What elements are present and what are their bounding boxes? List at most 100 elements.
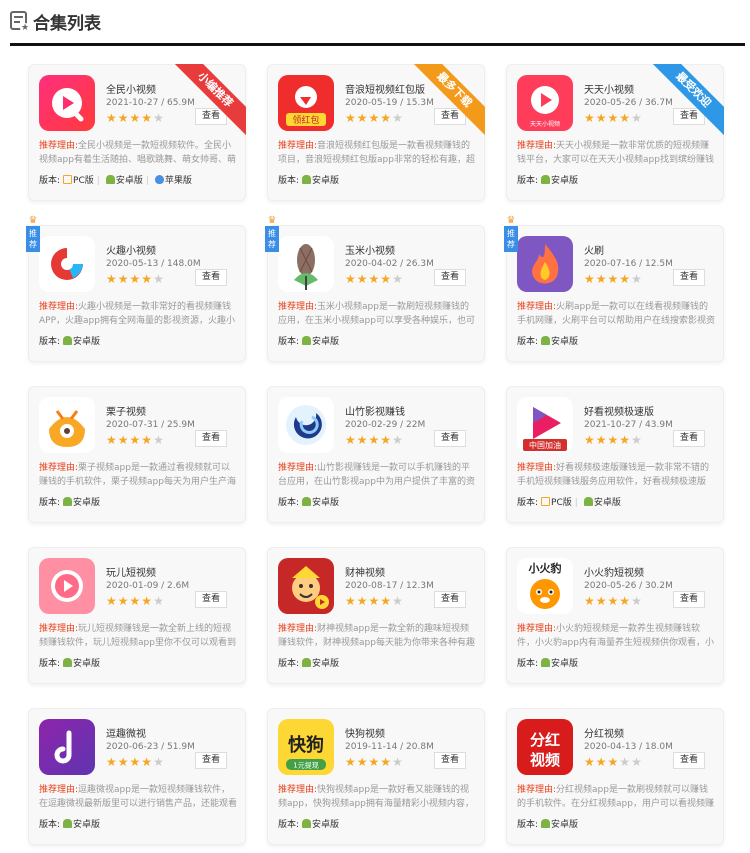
platform-android[interactable]: 安卓版 [302, 658, 339, 669]
app-card[interactable]: 小火豹 小火豹短视频 2020-05-26 / 30.2M ★★★★★ 查看 推… [506, 547, 724, 684]
star-icon: ★ [153, 755, 165, 769]
app-card[interactable]: 玩儿短视频 2020-01-09 / 2.6M ★★★★★ 查看 推荐理由:玩儿… [28, 547, 246, 684]
kuaigou-logo[interactable]: 快狗 1元提现 [278, 719, 334, 775]
haokan-logo[interactable]: 中国加油 [517, 397, 573, 453]
view-button[interactable]: 查看 [673, 269, 705, 286]
app-name[interactable]: 快狗视频 [345, 725, 385, 740]
huoqu-logo[interactable] [39, 236, 95, 292]
app-name[interactable]: 全民小视频 [106, 81, 156, 96]
platform-android[interactable]: 安卓版 [63, 658, 100, 669]
caishen-logo[interactable] [278, 558, 334, 614]
view-button[interactable]: 查看 [195, 269, 227, 286]
view-button[interactable]: 查看 [673, 591, 705, 608]
star-icon: ★ [153, 111, 165, 125]
platform-android[interactable]: 安卓版 [302, 175, 339, 186]
recommend-reason: 推荐理由:玩儿短视频赚钱是一款全新上线的短视频赚钱软件，玩儿短视频app里你不仅… [39, 624, 236, 648]
platform-android[interactable]: 安卓版 [302, 497, 339, 508]
star-icon: ★ [345, 433, 357, 447]
star-icon: ★ [368, 594, 381, 608]
app-name[interactable]: 栗子视频 [106, 403, 146, 418]
version-list: 版本: PC版 | 安卓版 | 苹果版 [39, 175, 192, 186]
star-icon: ★ [380, 433, 393, 447]
douqu-logo[interactable] [39, 719, 95, 775]
view-button[interactable]: 查看 [434, 752, 466, 769]
view-button[interactable]: 查看 [673, 752, 705, 769]
platform-android[interactable]: 安卓版 [302, 819, 339, 830]
view-button[interactable]: 查看 [434, 591, 466, 608]
view-button[interactable]: 查看 [195, 591, 227, 608]
view-button[interactable]: 查看 [434, 269, 466, 286]
quanmin-logo[interactable] [39, 75, 95, 131]
app-card[interactable]: 分红 视频 分红视频 2020-04-13 / 18.0M ★★★★★ 查看 推荐… [506, 708, 724, 845]
star-icon: ★ [368, 433, 381, 447]
recommend-reason: 推荐理由:小火豹短视频是一款养生视频赚钱软件，小火豹app内有海量养生短视频供你… [517, 624, 714, 648]
app-name[interactable]: 小火豹短视频 [584, 564, 644, 579]
star-icon: ★ [117, 594, 130, 608]
lizi-logo[interactable] [39, 397, 95, 453]
star-icon: ★ [345, 111, 357, 125]
wan-logo[interactable] [39, 558, 95, 614]
app-name[interactable]: 火刷 [584, 242, 604, 257]
platform-apple[interactable]: 苹果版 [154, 175, 192, 186]
platform-pc[interactable]: PC版 [541, 497, 572, 508]
platform-android[interactable]: 安卓版 [541, 658, 578, 669]
app-card[interactable]: 玉米小视频 2020-04-02 / 26.3M ★★★★★ 查看 推荐理由:玉… [265, 216, 485, 362]
app-card[interactable]: 逗趣微视 2020-06-23 / 51.9M ★★★★★ 查看 推荐理由:逗趣… [28, 708, 246, 845]
app-name[interactable]: 逗趣微视 [106, 725, 146, 740]
android-icon [541, 175, 551, 184]
app-card[interactable]: 火刷 2020-07-16 / 12.5M ★★★★★ 查看 推荐理由:火刷ap… [504, 216, 724, 362]
app-card[interactable]: 栗子视频 2020-07-31 / 25.9M ★★★★★ 查看 推荐理由:栗子… [28, 386, 246, 523]
star-icon: ★ [106, 755, 118, 769]
version-list: 版本: 安卓版 [39, 497, 101, 508]
rating-stars: ★★★★★ [106, 755, 165, 769]
star-icon: ★ [106, 272, 118, 286]
app-date-size: 2021-10-27 / 43.9M [584, 420, 673, 430]
yumi-logo[interactable] [278, 236, 334, 292]
platform-android[interactable]: 安卓版 [541, 819, 578, 830]
platform-android[interactable]: 安卓版 [583, 497, 621, 508]
android-icon [63, 336, 73, 345]
app-name[interactable]: 火趣小视频 [106, 242, 156, 257]
xiaohuobao-logo[interactable]: 小火豹 [517, 558, 573, 614]
view-button[interactable]: 查看 [195, 430, 227, 447]
platform-android[interactable]: 安卓版 [541, 175, 578, 186]
star-icon: ★ [368, 272, 381, 286]
view-button[interactable]: 查看 [195, 752, 227, 769]
shanzhu-logo[interactable] [278, 397, 334, 453]
app-name[interactable]: 天天小视频 [584, 81, 634, 96]
app-card[interactable]: 中国加油 好看视频极速版 2021-10-27 / 43.9M ★★★★★ 查看… [506, 386, 724, 523]
app-card[interactable]: 山竹影视赚钱 2020-02-29 / 22M ★★★★★ 查看 推荐理由:山竹… [267, 386, 485, 523]
app-card[interactable]: 领红包 音浪短视频红包版 2020-05-19 / 15.3M ★★★★★ 查看… [267, 64, 485, 201]
platform-android[interactable]: 安卓版 [105, 175, 143, 186]
fenhong-logo[interactable]: 分红 视频 [517, 719, 573, 775]
app-name[interactable]: 玉米小视频 [345, 242, 395, 257]
tiantian-logo[interactable]: 天天小视频 [517, 75, 573, 131]
platform-android[interactable]: 安卓版 [63, 819, 100, 830]
app-name[interactable]: 财神视频 [345, 564, 385, 579]
platform-android[interactable]: 安卓版 [541, 336, 578, 347]
app-card[interactable]: 财神视频 2020-08-17 / 12.3M ★★★★★ 查看 推荐理由:财神… [267, 547, 485, 684]
app-name[interactable]: 好看视频极速版 [584, 403, 654, 418]
version-list: 版本: 安卓版 [517, 819, 579, 830]
app-name[interactable]: 分红视频 [584, 725, 624, 740]
star-icon: ★ [345, 594, 357, 608]
app-card[interactable]: 天天小视频 天天小视频 2020-05-26 / 36.7M ★★★★★ 查看 … [506, 64, 724, 201]
app-card[interactable]: 快狗 1元提现 快狗视频 2019-11-14 / 20.8M ★★★★★ 查看 … [267, 708, 485, 845]
view-button[interactable]: 查看 [434, 430, 466, 447]
platform-android[interactable]: 安卓版 [302, 336, 339, 347]
app-card[interactable]: 全民小视频 2021-10-27 / 65.9M ★★★★★ 查看 推荐理由:全… [28, 64, 246, 201]
yinlang-logo[interactable]: 领红包 [278, 75, 334, 131]
platform-android[interactable]: 安卓版 [63, 336, 100, 347]
platform-pc[interactable]: PC版 [63, 175, 94, 186]
app-name[interactable]: 山竹影视赚钱 [345, 403, 405, 418]
view-button[interactable]: 查看 [673, 430, 705, 447]
huoshua-logo[interactable] [517, 236, 573, 292]
version-list: 版本: 安卓版 [39, 658, 101, 669]
star-icon: ★ [631, 272, 643, 286]
platform-android[interactable]: 安卓版 [63, 497, 100, 508]
app-card[interactable]: 火趣小视频 2020-05-13 / 148.0M ★★★★★ 查看 推荐理由:… [26, 216, 246, 362]
version-list: 版本: 安卓版 [278, 658, 340, 669]
star-icon: ★ [631, 433, 643, 447]
app-name[interactable]: 玩儿短视频 [106, 564, 156, 579]
android-icon [302, 175, 312, 184]
